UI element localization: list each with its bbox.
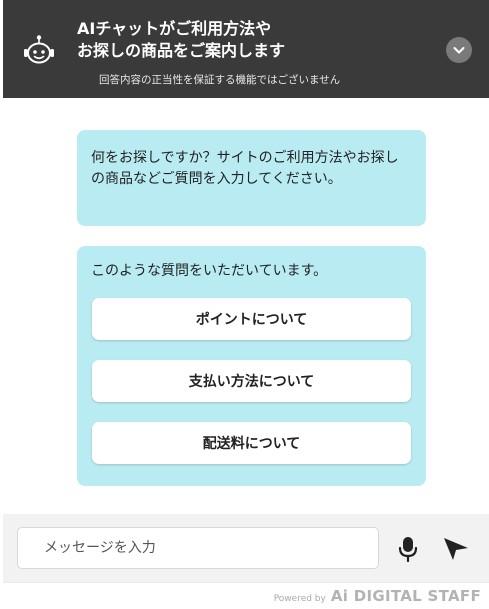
suggestion-button-shipping[interactable]: 配送料について	[92, 422, 411, 464]
chat-widget: AIチャットがご利用方法や お探しの商品をご案内します 回答内容の正当性を保証す…	[0, 0, 489, 609]
brand-logo[interactable]: Ai DIGITAL STAFF	[331, 587, 481, 605]
header-disclaimer: 回答内容の正当性を保証する機能ではございません	[99, 74, 341, 86]
bot-message-intro: 何をお探しですか？サイトのご利用方法やお探しの商品などご質問を入力してください。	[77, 130, 426, 226]
header-title-line2: お探しの商品をご案内します	[77, 41, 286, 60]
message-input-bar	[3, 514, 489, 582]
microphone-icon[interactable]	[396, 535, 420, 563]
robot-icon	[24, 35, 54, 64]
message-input[interactable]	[17, 527, 379, 569]
powered-by-label: Powered by	[273, 594, 326, 604]
powered-by: Powered by Ai DIGITAL STAFF	[274, 587, 481, 605]
suggestion-button-payment[interactable]: 支払い方法について	[92, 360, 411, 402]
send-icon[interactable]	[442, 536, 470, 562]
suggestions-lead: このような質問をいただいています。	[91, 263, 328, 279]
collapse-button[interactable]	[446, 37, 472, 63]
chevron-down-icon	[453, 47, 465, 54]
header-title: AIチャットがご利用方法や お探しの商品をご案内します	[77, 18, 417, 62]
suggestion-button-points[interactable]: ポイントについて	[92, 298, 411, 340]
powered-by-footer: Powered by Ai DIGITAL STAFF	[3, 582, 489, 609]
header-title-line1: AIチャットがご利用方法や	[77, 19, 272, 38]
bot-message-text: 何をお探しですか？サイトのご利用方法やお探しの商品などご質問を入力してください。	[91, 150, 399, 187]
bot-message-suggestions: このような質問をいただいています。 ポイントについて 支払い方法について 配送料…	[77, 246, 426, 486]
chat-header: AIチャットがご利用方法や お探しの商品をご案内します 回答内容の正当性を保証す…	[3, 0, 489, 98]
